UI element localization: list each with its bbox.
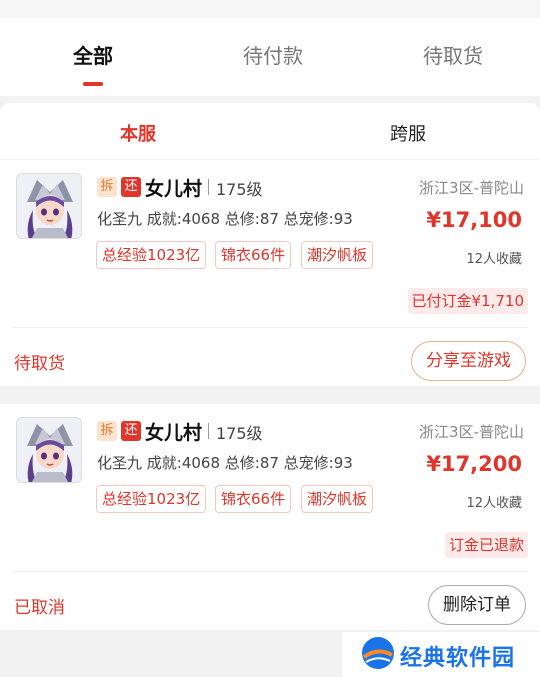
server-name: 浙江3区-普陀山 (419, 179, 524, 197)
tab-all[interactable]: 全部 (23, 40, 163, 69)
site-watermark: 经典软件园 (342, 632, 540, 677)
character-stats: 化圣九 成就:4068 总修:87 总宠修:93 (97, 454, 353, 472)
disassemble-tag: 拆 (97, 177, 117, 197)
tab-pending-payment[interactable]: 待付款 (203, 40, 343, 69)
tab-pending-pickup[interactable]: 待取货 (383, 40, 523, 69)
order-card[interactable]: 拆 还 女儿村 175级 浙江3区-普陀山 化圣九 成就:4068 总修:87 … (0, 404, 540, 630)
disassemble-tag: 拆 (97, 421, 117, 441)
order-status: 待取货 (14, 354, 65, 374)
server-option-cross[interactable]: 跨服 (348, 120, 468, 146)
feature-chip: 总经验1023亿 (96, 241, 207, 269)
character-level: 175级 (216, 424, 263, 443)
deposit-status: 已付订金¥1,710 (407, 288, 528, 314)
card-divider (12, 571, 528, 572)
feature-chip: 锦衣66件 (215, 241, 292, 269)
price: ¥17,200 (426, 452, 522, 476)
deposit-status: 订金已退款 (444, 532, 528, 558)
server-switch: 本服 跨服 (0, 103, 540, 159)
return-tag: 还 (121, 177, 141, 197)
divider (208, 423, 209, 439)
order-status: 已取消 (14, 598, 65, 618)
order-card[interactable]: 拆 还 女儿村 175级 浙江3区-普陀山 化圣九 成就:4068 总修:87 … (0, 160, 540, 386)
server-name: 浙江3区-普陀山 (419, 423, 524, 441)
feature-chip: 锦衣66件 (215, 485, 292, 513)
server-option-local[interactable]: 本服 (78, 120, 198, 146)
share-to-game-button[interactable]: 分享至游戏 (411, 341, 526, 381)
globe-logo-icon (360, 635, 396, 675)
character-school: 女儿村 (145, 178, 203, 200)
status-strip (0, 0, 540, 18)
feature-chip: 总经验1023亿 (96, 485, 207, 513)
price: ¥17,100 (426, 208, 522, 232)
watermark-text: 经典软件园 (400, 646, 516, 671)
character-avatar (16, 417, 82, 483)
return-tag: 还 (121, 421, 141, 441)
character-school: 女儿村 (145, 422, 203, 444)
feature-chip: 潮汐帆板 (301, 241, 374, 269)
active-tab-indicator (83, 82, 103, 86)
divider (208, 179, 209, 195)
favorites-count: 12人收藏 (466, 252, 522, 267)
favorites-count: 12人收藏 (466, 496, 522, 511)
card-divider (12, 327, 528, 328)
character-level: 175级 (216, 180, 263, 199)
order-tabs: 全部 待付款 待取货 (0, 18, 540, 96)
delete-order-button[interactable]: 删除订单 (428, 585, 526, 625)
feature-chip: 潮汐帆板 (301, 485, 374, 513)
character-stats: 化圣九 成就:4068 总修:87 总宠修:93 (97, 210, 353, 228)
character-avatar (16, 173, 82, 239)
